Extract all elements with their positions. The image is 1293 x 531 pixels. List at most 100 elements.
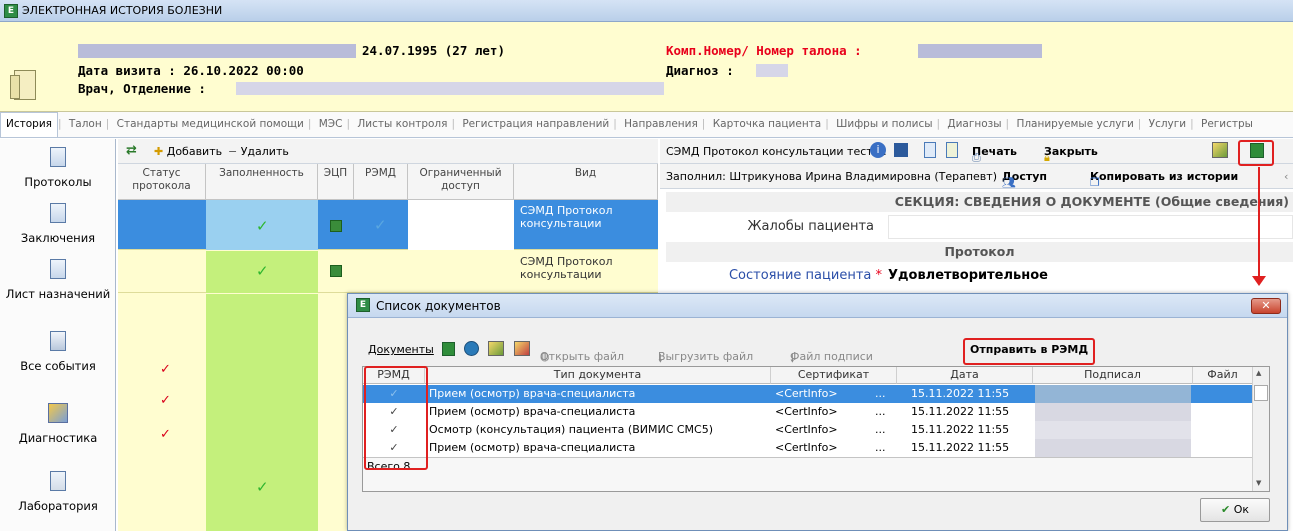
sign-icon[interactable] [488,341,504,356]
tab-patient-card[interactable]: Карточка пациента [709,112,826,137]
certificate-more-button[interactable]: ... [875,403,895,421]
unsign-icon[interactable] [514,341,530,356]
sidebar-item-label: Диагностика [18,431,98,445]
arrow-line [1258,167,1260,279]
sidebar-item-conclusions[interactable]: Заключения [0,201,116,245]
arrow-head [1252,276,1266,286]
copy-icon[interactable] [924,142,936,158]
sidebar-item-label: Лист назначений [5,287,111,301]
col-certificate[interactable]: Сертификат [771,367,897,384]
sidebar-item-label: Протоколы [24,175,92,189]
document-row[interactable]: ✓ Осмотр (консультация) пациента (ВИМИС … [363,421,1253,439]
doctor-department: Врач, Отделение : [78,81,206,96]
sidebar-item-prescriptions[interactable]: Лист назначений [0,257,116,301]
tab-standards[interactable]: Стандарты медицинской помощи [113,112,308,137]
ok-check-icon: ✔ [1220,503,1231,516]
tab-mes[interactable]: МЭС [315,112,347,137]
certificate-more-button[interactable]: ... [875,385,895,403]
doc-type: Прием (осмотр) врача-специалиста [429,441,636,454]
info-icon[interactable]: i [870,142,886,158]
documents-tab[interactable]: Документы [368,343,434,356]
dialog-app-icon: Е [356,298,370,312]
certificate-icon[interactable] [442,342,455,356]
scroll-down-icon[interactable]: ▼ [1256,479,1261,487]
col-remd[interactable]: РЭМД [354,164,408,200]
grid-row[interactable]: ✓ ✓ СЭМД Протокол консультации [118,200,658,250]
complaints-field[interactable] [888,215,1293,239]
tab-history[interactable]: История [0,112,58,137]
sidebar-item-all-events[interactable]: Все события [0,329,116,373]
diagnosis-redacted [756,64,788,77]
add-button[interactable]: ✚ Добавить [154,145,222,158]
patient-birth: 24.07.1995 (27 лет) [362,43,505,58]
remd-column-highlight [364,366,428,470]
table-footer: Всего 8 [363,457,1253,491]
paste-icon[interactable] [946,142,958,158]
required-mark: * [875,268,883,283]
prescription-sheet-icon [47,259,69,283]
tab-talon[interactable]: Талон [65,112,106,137]
refresh-icon[interactable]: ⇄ [126,143,137,158]
sidebar-item-laboratory[interactable]: Лаборатория [0,469,116,513]
tab-referral-registration[interactable]: Регистрация направлений [458,112,613,137]
document-title: СЭМД Протокол консультации тест ... [666,145,887,158]
edit-sign-icon[interactable] [1212,142,1228,158]
col-restricted[interactable]: Ограниченный доступ [408,164,514,200]
scroll-thumb[interactable] [1254,385,1268,401]
dialog-titlebar: Е Список документов ✕ [348,294,1287,318]
col-date[interactable]: Дата [897,367,1033,384]
document-row[interactable]: ✓ Прием (осмотр) врача-специалиста <Cert… [363,385,1253,403]
tab-services[interactable]: Услуги [1145,112,1190,137]
col-kind[interactable]: Вид [514,164,658,200]
document-row[interactable]: ✓ Прием (осмотр) врача-специалиста <Cert… [363,403,1253,421]
status-check-icon: ✓ [160,362,171,377]
doc-type: Прием (осмотр) врача-специалиста [429,405,636,418]
remove-icon: − [228,145,238,158]
more-icon[interactable]: ‹ [1284,170,1288,183]
save-icon[interactable] [894,143,908,157]
col-file[interactable]: Файл [1193,367,1253,384]
table-scrollbar[interactable]: ▲ ▼ [1252,367,1269,491]
col-doc-type[interactable]: Тип документа [425,367,771,384]
eds-certificate-icon [330,220,342,232]
view-icon[interactable] [464,341,479,356]
tab-codes-policies[interactable]: Шифры и полисы [832,112,936,137]
remd-button-highlight [1238,140,1274,166]
app-icon: Е [4,4,18,18]
scroll-up-icon[interactable]: ▲ [1256,369,1261,377]
dialog-close-button[interactable]: ✕ [1251,298,1281,314]
tab-control-sheets[interactable]: Листы контроля [353,112,451,137]
close-button[interactable]: 🔒︎ Закрыть [1044,145,1098,163]
ok-button[interactable]: ✔ Ок [1200,498,1270,522]
col-status[interactable]: Статус протокола [118,164,206,200]
ok-label: Ок [1233,503,1250,516]
doctor-redacted [236,82,664,95]
complaints-label: Жалобы пациента [747,219,874,234]
tab-diagnoses[interactable]: Диагнозы [943,112,1005,137]
dialog-toolbar: Документы ◍ Открыть файл 🠗 Выгрузить фай… [362,338,1270,365]
sidebar-item-diagnostics[interactable]: Диагностика [0,401,116,445]
add-label: Добавить [166,145,223,158]
filled-check-icon: ✓ [256,478,269,496]
state-value[interactable]: Удовлетворительное [888,265,1293,287]
send-button-highlight [963,338,1095,365]
remove-button[interactable]: − Удалить [228,145,289,158]
patient-name-redacted [78,44,356,58]
tab-referrals[interactable]: Направления [620,112,702,137]
tab-registers[interactable]: Регистры [1197,112,1257,137]
certificate-more-button[interactable]: ... [875,421,895,439]
document-row[interactable]: ✓ Прием (осмотр) врача-специалиста <Cert… [363,439,1253,457]
access-button[interactable]: 👥︎ Доступ [1002,170,1047,188]
window-titlebar: Е ЭЛЕКТРОННАЯ ИСТОРИЯ БОЛЕЗНИ [0,0,1293,22]
tab-planned-services[interactable]: Планируемые услуги [1012,112,1137,137]
col-filled[interactable]: Заполненность [206,164,318,200]
sidebar-item-protocols[interactable]: Протоколы [0,145,116,189]
diagnosis-label: Диагноз : [666,63,734,78]
certificate-more-button[interactable]: ... [875,439,895,457]
copy-from-history-button[interactable]: ❐ Копировать из истории [1090,170,1238,188]
col-eds[interactable]: ЭЦП [318,164,354,200]
signer-redacted [1035,403,1191,421]
col-signed-by[interactable]: Подписал [1033,367,1193,384]
print-button[interactable]: ⎙ Печать [972,145,1017,163]
grid-row[interactable]: ✓ СЭМД Протокол консультации [118,251,658,293]
